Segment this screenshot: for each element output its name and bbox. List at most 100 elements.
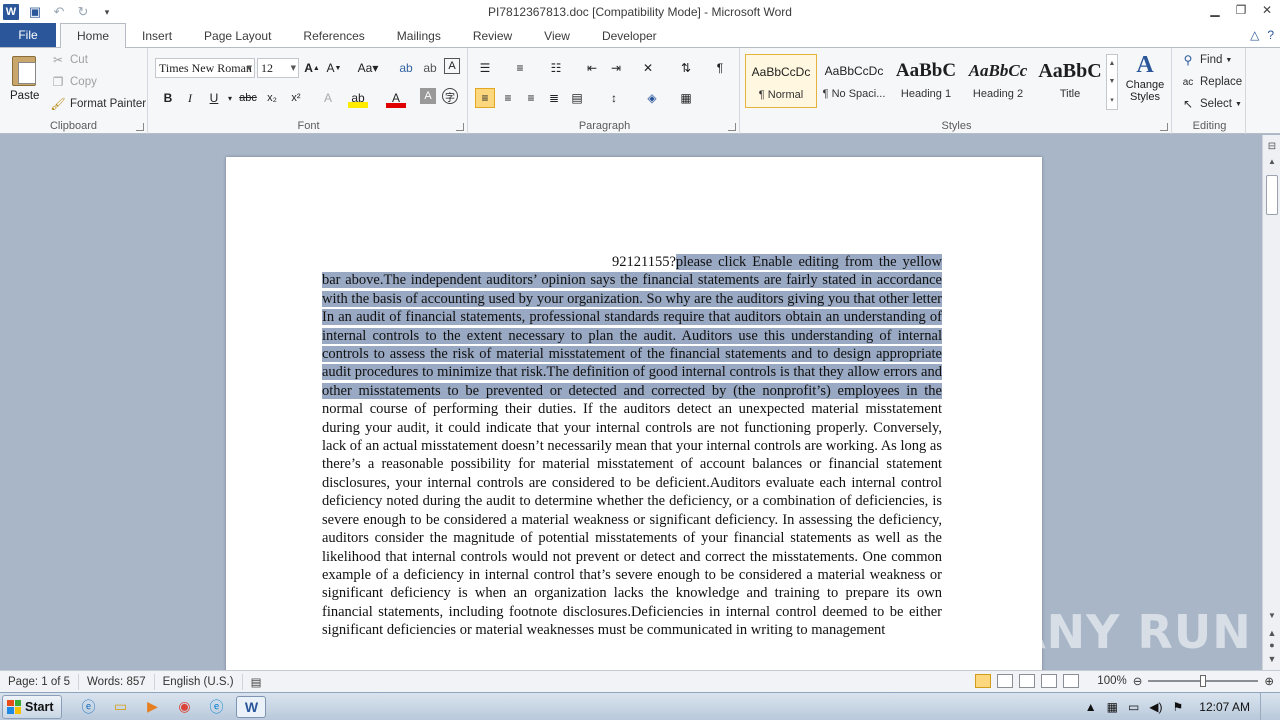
style-heading-1[interactable]: AaBbC Heading 1 [890,54,962,108]
draft-view-icon[interactable] [1063,674,1080,688]
font-family-select[interactable]: Times New Roman ▼ [155,58,255,78]
tab-view[interactable]: View [528,25,586,47]
style-no-spacing[interactable]: AaBbCcDc ¶ No Spaci... [818,54,890,108]
borders-icon[interactable]: ▦ [676,88,696,108]
clipboard-launcher-icon[interactable] [136,123,144,131]
zoom-slider[interactable] [1148,675,1259,687]
enclose-characters-icon[interactable]: 字 [442,88,458,104]
paragraph-launcher-icon[interactable] [728,123,736,131]
zoom-level[interactable]: 100% [1097,675,1126,687]
multilevel-list-icon[interactable]: ☷ [546,58,566,78]
page-count[interactable]: Page: 1 of 5 [0,673,80,690]
edge-icon[interactable]: ⓔ [204,696,228,718]
align-left-icon[interactable]: ≡ [475,88,495,108]
highlight-color-icon[interactable]: ab [348,88,368,108]
line-spacing-icon[interactable]: ↕ [604,88,624,108]
style-normal[interactable]: AaBbCcDc ¶ Normal [745,54,817,108]
clock[interactable]: 12:07 AM [1199,700,1250,714]
chrome-icon[interactable]: ◉ [172,696,196,718]
scroll-down-icon[interactable]: ▼ [1263,611,1280,620]
tab-insert[interactable]: Insert [126,25,188,47]
power-icon[interactable]: ▭ [1128,700,1139,714]
flag-icon[interactable]: ⚑ [1173,700,1184,714]
font-launcher-icon[interactable] [456,123,464,131]
vertical-scrollbar[interactable]: ⊟ ▲ ▼ ▲ ● ▼ [1262,135,1280,670]
show-desktop-button[interactable] [1260,693,1270,720]
shrink-font-icon[interactable]: A ▼ [324,58,344,78]
bold-icon[interactable]: B [158,88,178,108]
clear-formatting-icon[interactable]: ab [396,58,416,78]
word-count[interactable]: Words: 857 [79,673,155,690]
tab-mailings[interactable]: Mailings [381,25,457,47]
restore-icon[interactable]: ❐ [1228,0,1254,20]
tab-references[interactable]: References [287,25,380,47]
selected-text[interactable]: please click Enable editing from the yel… [322,254,942,399]
change-case-icon[interactable]: Aa▾ [355,58,381,78]
increase-indent-icon[interactable]: ⇥ [606,58,626,78]
file-explorer-icon[interactable]: ▭ [108,696,132,718]
font-size-select[interactable]: 12 ▼ [257,58,299,78]
character-shading-icon[interactable]: A [420,88,436,104]
gallery-more-icon[interactable]: ▾ [1110,96,1114,104]
word-app-icon[interactable]: W [3,4,19,20]
align-right-icon[interactable]: ≡ [521,88,541,108]
browse-object-icon[interactable]: ● [1263,640,1280,650]
customize-qat-icon[interactable]: ▾ [99,4,115,20]
print-layout-view-icon[interactable] [975,674,992,688]
strikethrough-icon[interactable]: abc [238,88,258,108]
help-icon[interactable]: ? [1267,28,1274,42]
tab-file[interactable]: File [0,23,56,47]
underline-dropdown-icon[interactable]: ▾ [220,88,240,108]
track-changes-icon[interactable]: ▤ [243,674,270,690]
zoom-out-icon[interactable]: ⊖ [1133,674,1143,688]
decrease-indent-icon[interactable]: ⇤ [582,58,602,78]
superscript-icon[interactable]: x² [286,88,306,108]
styles-gallery-scroller[interactable]: ▲ ▼ ▾ [1106,54,1118,110]
tab-page-layout[interactable]: Page Layout [188,25,287,47]
italic-icon[interactable]: I [180,88,200,108]
scroll-up-icon[interactable]: ▲ [1109,60,1116,67]
style-title[interactable]: AaBbC Title [1034,54,1106,108]
ruler-toggle-icon[interactable]: ⊟ [1265,141,1279,155]
minimize-icon[interactable]: ▁ [1202,0,1228,20]
subscript-icon[interactable]: x₂ [262,88,282,108]
replace-button[interactable]: ac Replace [1180,74,1242,90]
asian-layout-icon[interactable]: ✕ [638,58,658,78]
next-page-icon[interactable]: ▼ [1263,654,1280,664]
tab-review[interactable]: Review [457,25,528,47]
close-icon[interactable]: ✕ [1254,0,1280,20]
grow-font-icon[interactable]: A ▲ [302,58,322,78]
outline-view-icon[interactable] [1041,674,1058,688]
zoom-in-icon[interactable]: ⊕ [1264,674,1274,688]
tab-home[interactable]: Home [60,23,127,48]
full-screen-reading-view-icon[interactable] [997,674,1014,688]
character-border-icon[interactable]: A [444,58,460,74]
font-color-icon[interactable]: A [386,88,406,108]
shading-icon[interactable]: ◈ [642,88,662,108]
web-layout-view-icon[interactable] [1019,674,1036,688]
change-styles-button[interactable]: A Change Styles [1122,52,1168,103]
redo-icon[interactable]: ↻ [75,4,91,20]
show-formatting-marks-icon[interactable]: ¶ [710,58,730,78]
language-indicator[interactable]: English (U.S.) [155,673,243,690]
format-painter-button[interactable]: 🖌 Format Painter [50,96,146,112]
copy-button[interactable]: ❐ Copy [50,74,97,90]
volume-icon[interactable]: ◀) [1149,700,1162,714]
scroll-down-icon[interactable]: ▼ [1109,78,1116,85]
bullets-icon[interactable]: ☰ [475,58,495,78]
word-taskbar-icon[interactable]: W [236,695,267,718]
undo-icon[interactable]: ↶ [51,4,67,20]
justify-icon[interactable]: ≣ [544,88,564,108]
media-player-icon[interactable]: ▶ [140,696,164,718]
minimize-ribbon-icon[interactable]: △ [1250,28,1259,42]
paste-button[interactable] [8,52,40,88]
body-text[interactable]: normal course of performing their duties… [322,401,942,638]
text-effects-icon[interactable]: A [318,88,338,108]
document-body[interactable]: 92121155?please click Enable editing fro… [322,253,942,640]
style-heading-2[interactable]: AaBbCc Heading 2 [962,54,1034,108]
styles-launcher-icon[interactable] [1160,123,1168,131]
distributed-icon[interactable]: ▤ [567,88,587,108]
zoom-slider-knob[interactable] [1200,675,1207,687]
scroll-up-icon[interactable]: ▲ [1263,157,1280,171]
phonetic-guide-icon[interactable]: ab [420,58,440,78]
